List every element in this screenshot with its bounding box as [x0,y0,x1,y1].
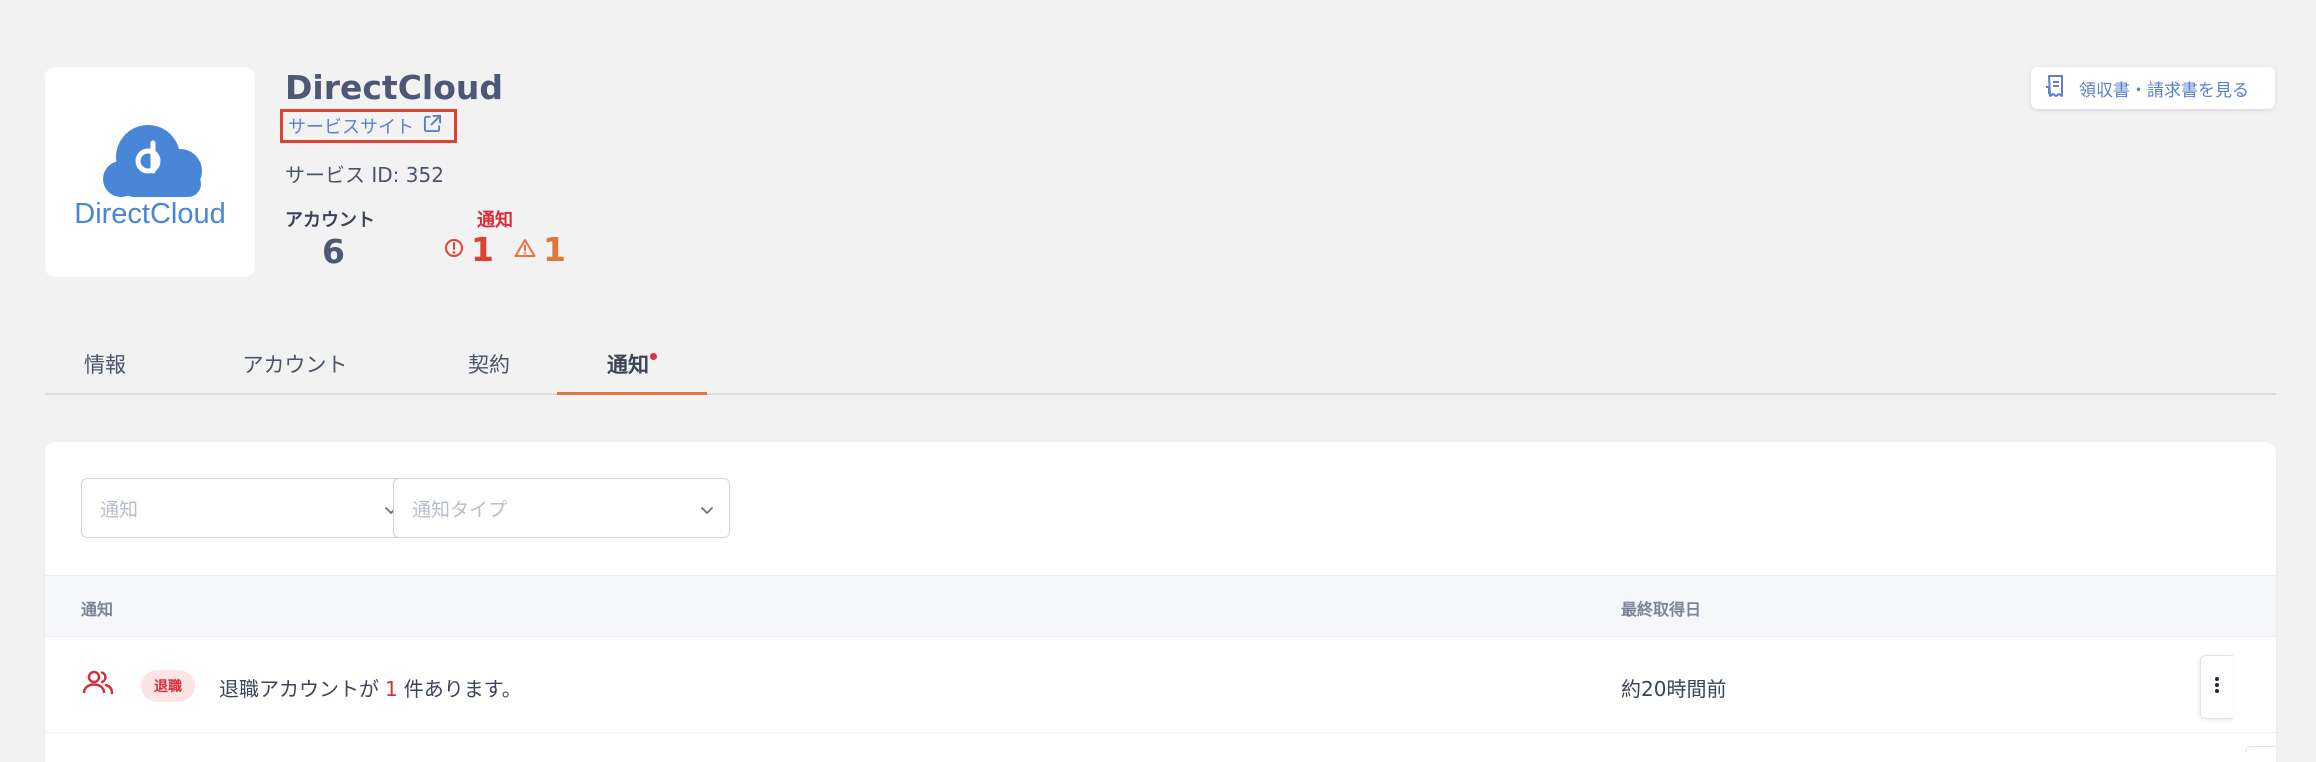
view-receipts-button[interactable]: 領収書・請求書を見る [2031,67,2275,109]
alert-message-count: 1 [385,677,398,701]
more-vertical-icon [2214,676,2220,698]
error-circle-icon [444,238,464,262]
users-icon [82,669,114,701]
accounts-label: アカウント [285,210,375,231]
next-row-actions-button[interactable] [2245,746,2276,752]
error-count: 1 [471,230,494,269]
service-name: DirectCloud [285,68,504,107]
tab-label: 情報 [84,353,126,377]
column-header-alert: 通知 [81,600,114,619]
service-site-link[interactable]: サービスサイト [280,109,457,143]
alert-type-placeholder: 通知タイプ [412,498,508,521]
column-header-last-fetched: 最終取得日 [1621,600,1702,619]
tab-bar: 情報 アカウント 契約 通知 [45,335,2276,395]
row-actions-button[interactable] [2200,655,2233,719]
table-header: 通知 最終取得日 [45,575,2276,637]
service-id: サービス ID: 352 [285,163,444,187]
alert-type-filter-select[interactable]: 通知タイプ [393,478,730,538]
last-fetched-date: 約20時間前 [1621,677,1727,701]
external-link-icon [423,114,442,138]
notification-dot [650,353,657,360]
tab-label: 通知 [607,352,649,377]
alert-message-suffix: 件あります。 [403,677,522,701]
chevron-down-icon [699,501,715,523]
retired-badge: 退職 [141,670,195,702]
table-row[interactable]: 退職 退職アカウントが 1 件あります。 約20時間前 [45,637,2276,733]
alert-message: 退職アカウントが 1 件あります。 [219,673,522,702]
alert-message-prefix: 退職アカウントが [219,677,379,701]
tab-label: 契約 [468,353,510,377]
accounts-count: 6 [322,232,345,271]
receipt-icon [2045,74,2067,103]
alert-filter-placeholder: 通知 [100,498,139,521]
alerts-panel: 通知 通知タイプ 通知 最終取得日 退職 退職アカウントが 1 件あります。 約20… [45,442,2276,762]
tab-alerts[interactable]: 通知 [557,335,707,395]
warning-count: 1 [542,230,566,269]
tab-info[interactable]: 情報 [67,335,143,393]
cloud-logo-icon: DirectCloud [74,125,226,230]
tab-label: アカウント [242,353,348,377]
alert-filter-select[interactable]: 通知 [81,478,414,538]
alerts-label: 通知 [477,210,513,231]
service-site-label: サービスサイト [288,117,414,138]
tab-accounts[interactable]: アカウント [217,335,373,393]
service-logo: DirectCloud [45,67,255,277]
logo-wordmark: DirectCloud [74,198,226,230]
tab-contract[interactable]: 契約 [451,335,527,393]
alert-counts: 1 1 [444,233,566,266]
warning-triangle-icon [514,238,536,262]
view-receipts-label: 領収書・請求書を見る [2079,80,2249,101]
